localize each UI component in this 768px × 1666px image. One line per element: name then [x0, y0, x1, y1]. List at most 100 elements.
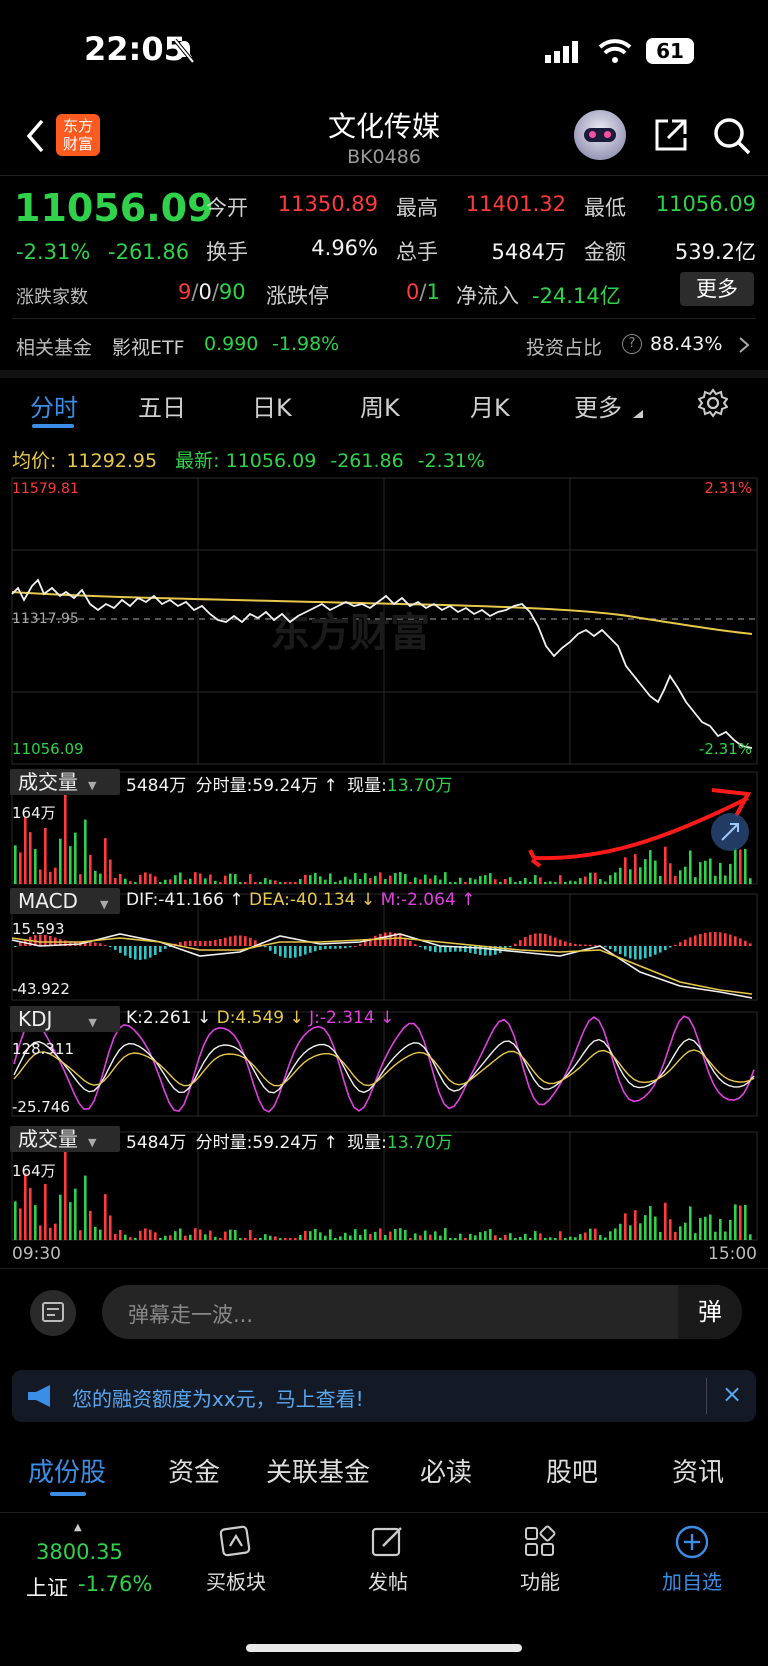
danmu-toggle-button[interactable]: 弹 — [678, 1285, 742, 1339]
settings-gear-icon[interactable] — [698, 388, 728, 418]
volume-bar — [214, 880, 217, 884]
volume-bar — [59, 1194, 62, 1240]
banner-text: 您的融资额度为xx元，马上查看! — [72, 1387, 364, 1411]
volume-bar — [584, 1232, 587, 1240]
tab-more[interactable]: 更多 — [574, 388, 622, 423]
volume-bar — [39, 1225, 42, 1240]
volume-indicator-selector[interactable]: 成交量 ▼ — [10, 769, 120, 795]
more-button[interactable]: 更多 — [680, 272, 754, 306]
tab-constituents[interactable]: 成份股 — [28, 1452, 106, 1489]
volume-bar — [394, 1229, 397, 1240]
tab-daily-k[interactable]: 日K — [252, 388, 292, 423]
tab-must-read[interactable]: 必读 — [420, 1452, 472, 1489]
status-bar: 22:05 61 — [0, 0, 768, 100]
macd-histogram — [14, 932, 752, 960]
tab-related-funds[interactable]: 关联基金 — [266, 1452, 370, 1489]
volume2-indicator-selector[interactable]: 成交量 ▼ — [10, 1126, 120, 1152]
volume-bar — [29, 1188, 32, 1240]
tab-weekly-k[interactable]: 周K — [360, 388, 400, 423]
netflow-value: -24.14亿 — [532, 284, 621, 308]
tab-news[interactable]: 资讯 — [672, 1452, 724, 1489]
latest-value: 11056.09 — [225, 450, 317, 472]
nav-functions[interactable]: 功能 — [500, 1524, 580, 1604]
market-index-widget[interactable]: ▲ 3800.35 上证 -1.76% — [0, 1516, 170, 1606]
index-value: 3800.35 — [36, 1540, 123, 1564]
volume-bar — [554, 882, 557, 884]
volume-bar — [464, 1238, 467, 1240]
robot-assistant-icon[interactable] — [574, 110, 626, 160]
volume-bar — [414, 877, 417, 884]
volume-bar — [179, 872, 182, 884]
volume-bar — [449, 882, 452, 884]
volume-bar — [689, 850, 692, 884]
macd-bar — [539, 933, 542, 946]
volume-bar — [454, 1237, 457, 1240]
macd-bar — [144, 946, 147, 960]
volume-bar — [399, 872, 402, 884]
banner-close-icon[interactable]: × — [722, 1380, 742, 1408]
volume-bar — [144, 872, 147, 884]
macd-bar — [134, 946, 137, 960]
last-price: 11056.09 — [14, 186, 214, 230]
tab-funds-flow[interactable]: 资金 — [168, 1452, 220, 1489]
nav-post[interactable]: 发帖 — [348, 1524, 428, 1604]
intraday-chart[interactable]: 东方财富 11579.81 2.31% 11317.95 11056.09 -2… — [0, 476, 768, 1276]
macd-bar — [329, 946, 332, 949]
volume-bar — [79, 874, 82, 884]
macd-bar — [584, 944, 587, 946]
volume-bar — [299, 879, 302, 884]
breadth-values: 9/0/90 — [178, 280, 246, 304]
volume-bar — [194, 872, 197, 884]
breadth-down: 90 — [218, 280, 246, 304]
comment-list-icon[interactable] — [30, 1290, 76, 1336]
volume-bar — [739, 849, 742, 884]
volume-bar — [409, 1238, 412, 1240]
tab-forum[interactable]: 股吧 — [546, 1452, 598, 1489]
volume-bar — [509, 1233, 512, 1240]
nav-buy-board[interactable]: 买板块 — [196, 1524, 276, 1604]
volume-bar — [749, 1234, 752, 1240]
volume-bar — [364, 1229, 367, 1240]
volume-bar — [654, 860, 657, 884]
volume-bar — [569, 880, 572, 884]
macd-indicator-selector[interactable]: MACD ▼ — [10, 888, 120, 914]
macd-axis-bottom: -43.922 — [12, 980, 70, 998]
nav-add-watchlist[interactable]: 加自选 — [652, 1524, 732, 1604]
fund-row[interactable]: 相关基金 影视ETF 0.990 -1.98% 投资占比 ? 88.43% — [0, 320, 768, 368]
macd-bar — [424, 946, 427, 950]
volume-bar — [329, 873, 332, 884]
macd-bar — [294, 946, 297, 958]
volume-bar — [34, 1205, 37, 1240]
breadth-label: 涨跌家数 — [16, 287, 88, 308]
volume-bar — [329, 1229, 332, 1240]
share-icon[interactable] — [652, 116, 690, 154]
macd-bar — [614, 946, 617, 952]
kdj-indicator-selector[interactable]: KDJ ▼ — [10, 1006, 120, 1032]
volume-bar — [334, 882, 337, 884]
status-time: 22:05 — [84, 30, 186, 68]
volume-bar — [499, 1237, 502, 1240]
volume-bar — [324, 879, 327, 884]
macd-bar — [249, 937, 252, 946]
danmu-input[interactable]: 弹幕走一波... 弹 — [102, 1285, 742, 1339]
tab-intraday[interactable]: 分时 — [30, 388, 78, 423]
volume-bar — [474, 1235, 477, 1240]
help-icon[interactable]: ? — [622, 334, 642, 354]
turnover-label: 换手 — [206, 240, 248, 264]
volume-bar — [204, 878, 207, 884]
volume-bar — [399, 1228, 402, 1240]
up-caret-icon: ▲ — [74, 1522, 82, 1533]
search-icon[interactable] — [712, 116, 752, 156]
financing-banner[interactable]: 您的融资额度为xx元，马上查看! × — [12, 1370, 756, 1422]
volume-bar — [209, 1230, 212, 1240]
volume-bar — [44, 827, 47, 884]
volume2-info: 5484万 分时量:59.24万 ↑ 现量:13.70万 — [126, 1133, 453, 1153]
tab-monthly-k[interactable]: 月K — [470, 388, 510, 423]
volume-bar — [379, 1228, 382, 1240]
volume-bar — [54, 1223, 57, 1240]
macd-bar — [189, 940, 192, 946]
volume-bar — [184, 879, 187, 884]
volume-bar — [644, 1215, 647, 1240]
volume-bar — [314, 872, 317, 884]
tab-five-day[interactable]: 五日 — [138, 388, 186, 423]
